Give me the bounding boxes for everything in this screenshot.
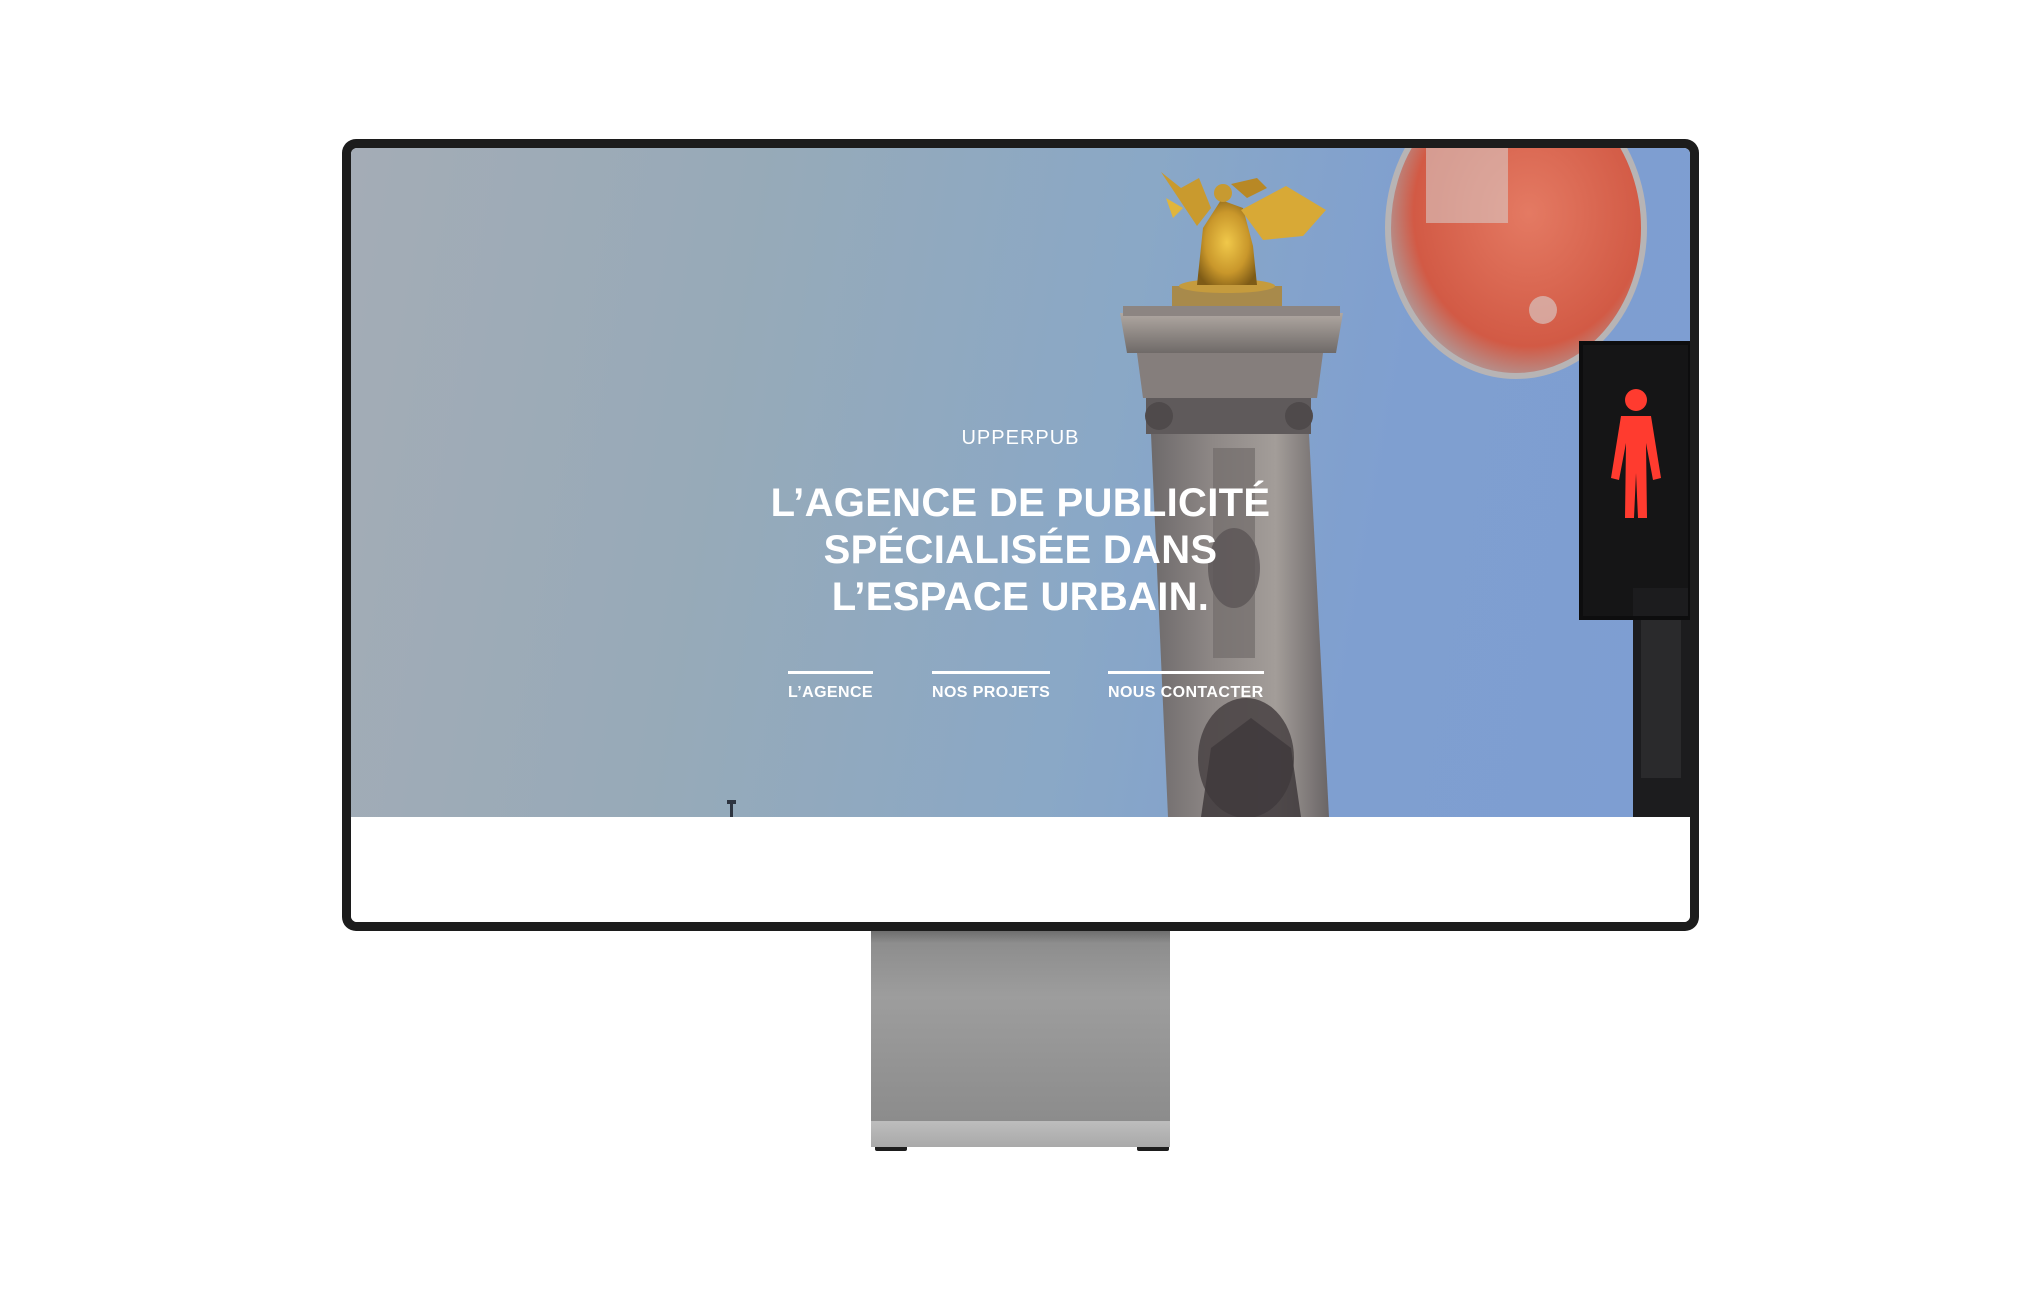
monitor-stand-neck [871,931,1170,1121]
hero-section: UPPERPUB L’AGENCE DE PUBLICITÉ SPÉCIALIS… [351,148,1690,817]
monitor-stand-base [871,1121,1170,1147]
nav-link-agence[interactable]: L’AGENCE [788,671,873,702]
page-content-area [351,817,1690,922]
headline-line-3: L’ESPACE URBAIN. [831,575,1210,619]
monitor-stand-foot-right [1137,1147,1169,1151]
monitor-stand-foot-left [875,1147,907,1151]
hero-headline: L’AGENCE DE PUBLICITÉ SPÉCIALISÉE DANS L… [351,480,1690,621]
main-nav: L’AGENCE NOS PROJETS NOUS CONTACTER [351,671,1690,711]
brand-name[interactable]: UPPERPUB [351,427,1690,450]
mockup-stage: UPPERPUB L’AGENCE DE PUBLICITÉ SPÉCIALIS… [0,0,2026,1300]
monitor-screen: UPPERPUB L’AGENCE DE PUBLICITÉ SPÉCIALIS… [351,148,1690,922]
headline-line-1: L’AGENCE DE PUBLICITÉ [770,481,1271,525]
nav-link-contact[interactable]: NOUS CONTACTER [1108,671,1264,702]
headline-line-2: SPÉCIALISÉE DANS [823,528,1218,572]
monitor-bezel: UPPERPUB L’AGENCE DE PUBLICITÉ SPÉCIALIS… [342,139,1699,931]
nav-link-projets[interactable]: NOS PROJETS [932,671,1051,702]
hero-content: UPPERPUB L’AGENCE DE PUBLICITÉ SPÉCIALIS… [351,148,1690,817]
